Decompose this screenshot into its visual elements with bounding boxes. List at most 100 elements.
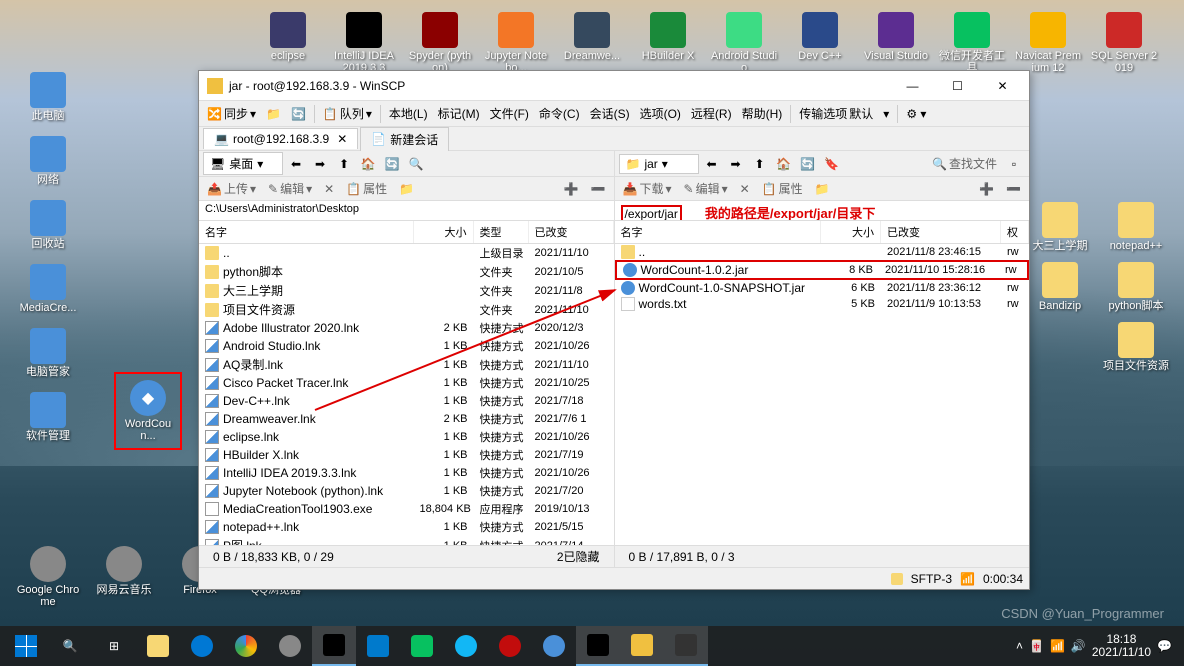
tray-input-icon[interactable]: 🀄 [1029, 639, 1044, 653]
desktop-icon[interactable]: IntelliJ IDEA 2019.3.3 [330, 12, 398, 74]
refresh-button[interactable]: 🔄 [287, 105, 310, 123]
desktop-icon[interactable]: notepad++ [1102, 202, 1170, 252]
intellij-task[interactable] [576, 626, 620, 666]
settings-button[interactable]: ⚙ ▾ [902, 105, 930, 123]
desktop-icon[interactable]: 项目文件资源 [1102, 322, 1170, 372]
minimize-button[interactable]: — [890, 72, 935, 100]
file-row[interactable]: IntelliJ IDEA 2019.3.3.lnk1 KB快捷方式2021/1… [199, 464, 614, 482]
desktop-icon[interactable]: 此电脑 [14, 72, 82, 122]
desktop-icon[interactable]: 网络 [14, 136, 82, 186]
left-back-button[interactable]: ⬅ [285, 154, 307, 174]
file-row[interactable]: python脚本文件夹2021/10/5 [199, 262, 614, 281]
search-button[interactable]: 🔍 [48, 626, 92, 666]
wordcount-desktop-icon[interactable]: ◆ WordCoun... [114, 372, 182, 450]
winscp-task[interactable] [620, 626, 664, 666]
system-tray[interactable]: ˄ 🀄 📶 🔊 18:18 2021/11/10 💬 [1016, 633, 1180, 659]
left-refresh-button[interactable]: 🔄 [381, 154, 403, 174]
desktop-icon[interactable] [1026, 322, 1094, 372]
right-refresh-button[interactable]: 🔄 [797, 154, 819, 174]
left-find-button[interactable]: 🔍 [405, 154, 427, 174]
desktop-icon[interactable]: 网易云音乐 [90, 546, 158, 608]
desktop-icon[interactable]: 大三上学期 [1026, 202, 1094, 252]
file-row[interactable]: HBuilder X.lnk1 KB快捷方式2021/7/19 [199, 446, 614, 464]
desktop-icon[interactable]: MediaCre... [14, 264, 82, 314]
menu-session[interactable]: 会话(S) [586, 103, 634, 124]
desktop-icon[interactable]: Navicat Premium 12 [1014, 12, 1082, 74]
new-session-tab[interactable]: 📄 新建会话 [360, 127, 449, 151]
left-edit-button[interactable]: ✎编辑 ▾ [264, 178, 316, 199]
right-props-button[interactable]: 📋属性 [758, 178, 807, 199]
desktop-icon[interactable]: Google Chrome [14, 546, 82, 608]
settings-task[interactable] [268, 626, 312, 666]
right-folder-dropdown[interactable]: 📁 jar ▾ [619, 154, 699, 174]
transfer-options[interactable]: 传输选项 默认 [795, 103, 877, 124]
right-minus-button[interactable]: ➖ [1002, 180, 1025, 198]
file-row[interactable]: P图.lnk1 KB快捷方式2021/7/14 [199, 536, 614, 545]
file-row[interactable]: MediaCreationTool1903.exe18,804 KB应用程序20… [199, 500, 614, 518]
maximize-button[interactable]: ☐ [935, 72, 980, 100]
file-row[interactable]: WordCount-1.0-SNAPSHOT.jar6 KB2021/11/8 … [615, 280, 1030, 296]
left-minus-button[interactable]: ➖ [587, 180, 610, 198]
session-tab-active[interactable]: 💻 root@192.168.3.9 ✕ [203, 128, 358, 149]
desktop-icon[interactable]: 电脑管家 [14, 328, 82, 378]
close-button[interactable]: ✕ [980, 72, 1025, 100]
right-delete-button[interactable]: ✕ [736, 180, 754, 198]
left-up-button[interactable]: ⬆ [333, 154, 355, 174]
right-col-date[interactable]: 已改变 [881, 221, 1001, 243]
titlebar[interactable]: jar - root@192.168.3.9 - WinSCP — ☐ ✕ [199, 71, 1029, 101]
transfer-dropdown[interactable]: ▾ [879, 105, 893, 123]
browser-task[interactable] [532, 626, 576, 666]
desktop-icon[interactable]: 回收站 [14, 200, 82, 250]
menu-options[interactable]: 选项(O) [636, 103, 685, 124]
wechat-task[interactable] [400, 626, 444, 666]
right-terminal-button[interactable]: ▫ [1003, 154, 1025, 174]
right-bookmark-button[interactable]: 🔖 [821, 154, 843, 174]
left-props-button[interactable]: 📋属性 [342, 178, 391, 199]
terminal-task[interactable] [664, 626, 708, 666]
tray-volume-icon[interactable]: 🔊 [1071, 639, 1086, 653]
desktop-icon[interactable]: 软件管理 [14, 392, 82, 442]
right-fwd-button[interactable]: ➡ [725, 154, 747, 174]
menu-files[interactable]: 文件(F) [486, 103, 533, 124]
right-home-button[interactable]: 🏠 [773, 154, 795, 174]
left-fwd-button[interactable]: ➡ [309, 154, 331, 174]
tray-chevron-icon[interactable]: ˄ [1016, 639, 1023, 653]
taskview-button[interactable]: ⊞ [92, 626, 136, 666]
left-col-name[interactable]: 名字 [199, 221, 414, 243]
desktop-icon[interactable]: Android Studio [710, 12, 778, 74]
right-back-button[interactable]: ⬅ [701, 154, 723, 174]
left-newfolder-button[interactable]: 📁 [395, 180, 418, 198]
file-row[interactable]: ..上级目录2021/11/10 [199, 244, 614, 262]
start-button[interactable] [4, 626, 48, 666]
desktop-icon[interactable]: SQL Server 2019 [1090, 12, 1158, 74]
left-col-type[interactable]: 类型 [474, 221, 529, 243]
chrome-task[interactable] [224, 626, 268, 666]
menu-local[interactable]: 本地(L) [385, 103, 432, 124]
desktop-icon[interactable]: Dreamwe... [558, 12, 626, 74]
desktop-icon[interactable]: 微信开发者工具 [938, 12, 1006, 74]
desktop-icon[interactable]: HBuilder X [634, 12, 702, 74]
desktop-icon[interactable]: Visual Studio [862, 12, 930, 74]
left-delete-button[interactable]: ✕ [320, 180, 338, 198]
desktop-icon[interactable]: Bandizip [1026, 262, 1094, 312]
right-edit-button[interactable]: ✎编辑 ▾ [680, 178, 732, 199]
right-newfolder-button[interactable]: 📁 [811, 180, 834, 198]
left-path[interactable]: C:\Users\Administrator\Desktop [199, 201, 614, 221]
right-path[interactable]: /export/jar [621, 205, 682, 221]
left-plus-button[interactable]: ➕ [560, 180, 583, 198]
tray-network-icon[interactable]: 📶 [1050, 639, 1065, 653]
notifications-button[interactable]: 💬 [1157, 639, 1172, 653]
file-row[interactable]: eclipse.lnk1 KB快捷方式2021/10/26 [199, 428, 614, 446]
file-row[interactable]: notepad++.lnk1 KB快捷方式2021/5/15 [199, 518, 614, 536]
right-up-button[interactable]: ⬆ [749, 154, 771, 174]
right-col-name[interactable]: 名字 [615, 221, 822, 243]
right-plus-button[interactable]: ➕ [975, 180, 998, 198]
download-button[interactable]: 📥下载 ▾ [619, 178, 676, 199]
explorer-task[interactable] [136, 626, 180, 666]
file-row[interactable]: WordCount-1.0.2.jar8 KB2021/11/10 15:28:… [615, 260, 1030, 280]
desktop-icon[interactable]: eclipse [254, 12, 322, 74]
desktop-icon[interactable]: python脚本 [1102, 262, 1170, 312]
file-row[interactable]: words.txt5 KB2021/11/9 10:13:53rw [615, 296, 1030, 312]
sync-button[interactable]: 🔀 同步 ▾ [203, 103, 260, 124]
upload-button[interactable]: 📤上传 ▾ [203, 178, 260, 199]
